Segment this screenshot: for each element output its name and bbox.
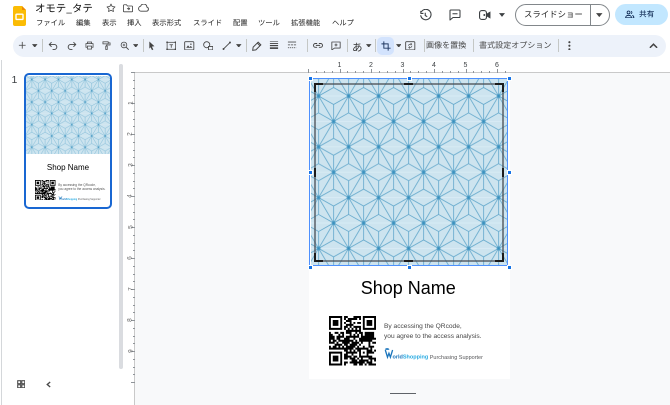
- svg-text:By accessing the QRcode,: By accessing the QRcode,: [58, 183, 96, 187]
- svg-text:Shopping: Shopping: [66, 198, 77, 200]
- svg-text:5: 5: [464, 62, 468, 69]
- svg-text:1: 1: [338, 62, 342, 69]
- svg-text:orld: orld: [392, 354, 402, 360]
- svg-text:2: 2: [369, 62, 373, 69]
- svg-text:3: 3: [128, 163, 135, 167]
- svg-text:Purchasing Supporter: Purchasing Supporter: [78, 198, 101, 201]
- svg-text:5: 5: [128, 225, 135, 229]
- svg-text:Shopping: Shopping: [402, 354, 427, 360]
- svg-text:2: 2: [127, 132, 134, 136]
- svg-text:you agree to the access analys: you agree to the access analysis.: [58, 187, 105, 191]
- svg-text:4: 4: [127, 194, 134, 198]
- svg-text:6: 6: [127, 256, 134, 260]
- svg-text:Purchasing Supporter: Purchasing Supporter: [429, 354, 482, 360]
- svg-text:8: 8: [127, 318, 134, 322]
- svg-text:3: 3: [401, 62, 405, 69]
- svg-text:4: 4: [432, 62, 436, 69]
- svg-text:1: 1: [128, 101, 135, 105]
- svg-text:6: 6: [495, 62, 499, 69]
- svg-text:9: 9: [128, 349, 135, 353]
- svg-text:7: 7: [128, 287, 135, 291]
